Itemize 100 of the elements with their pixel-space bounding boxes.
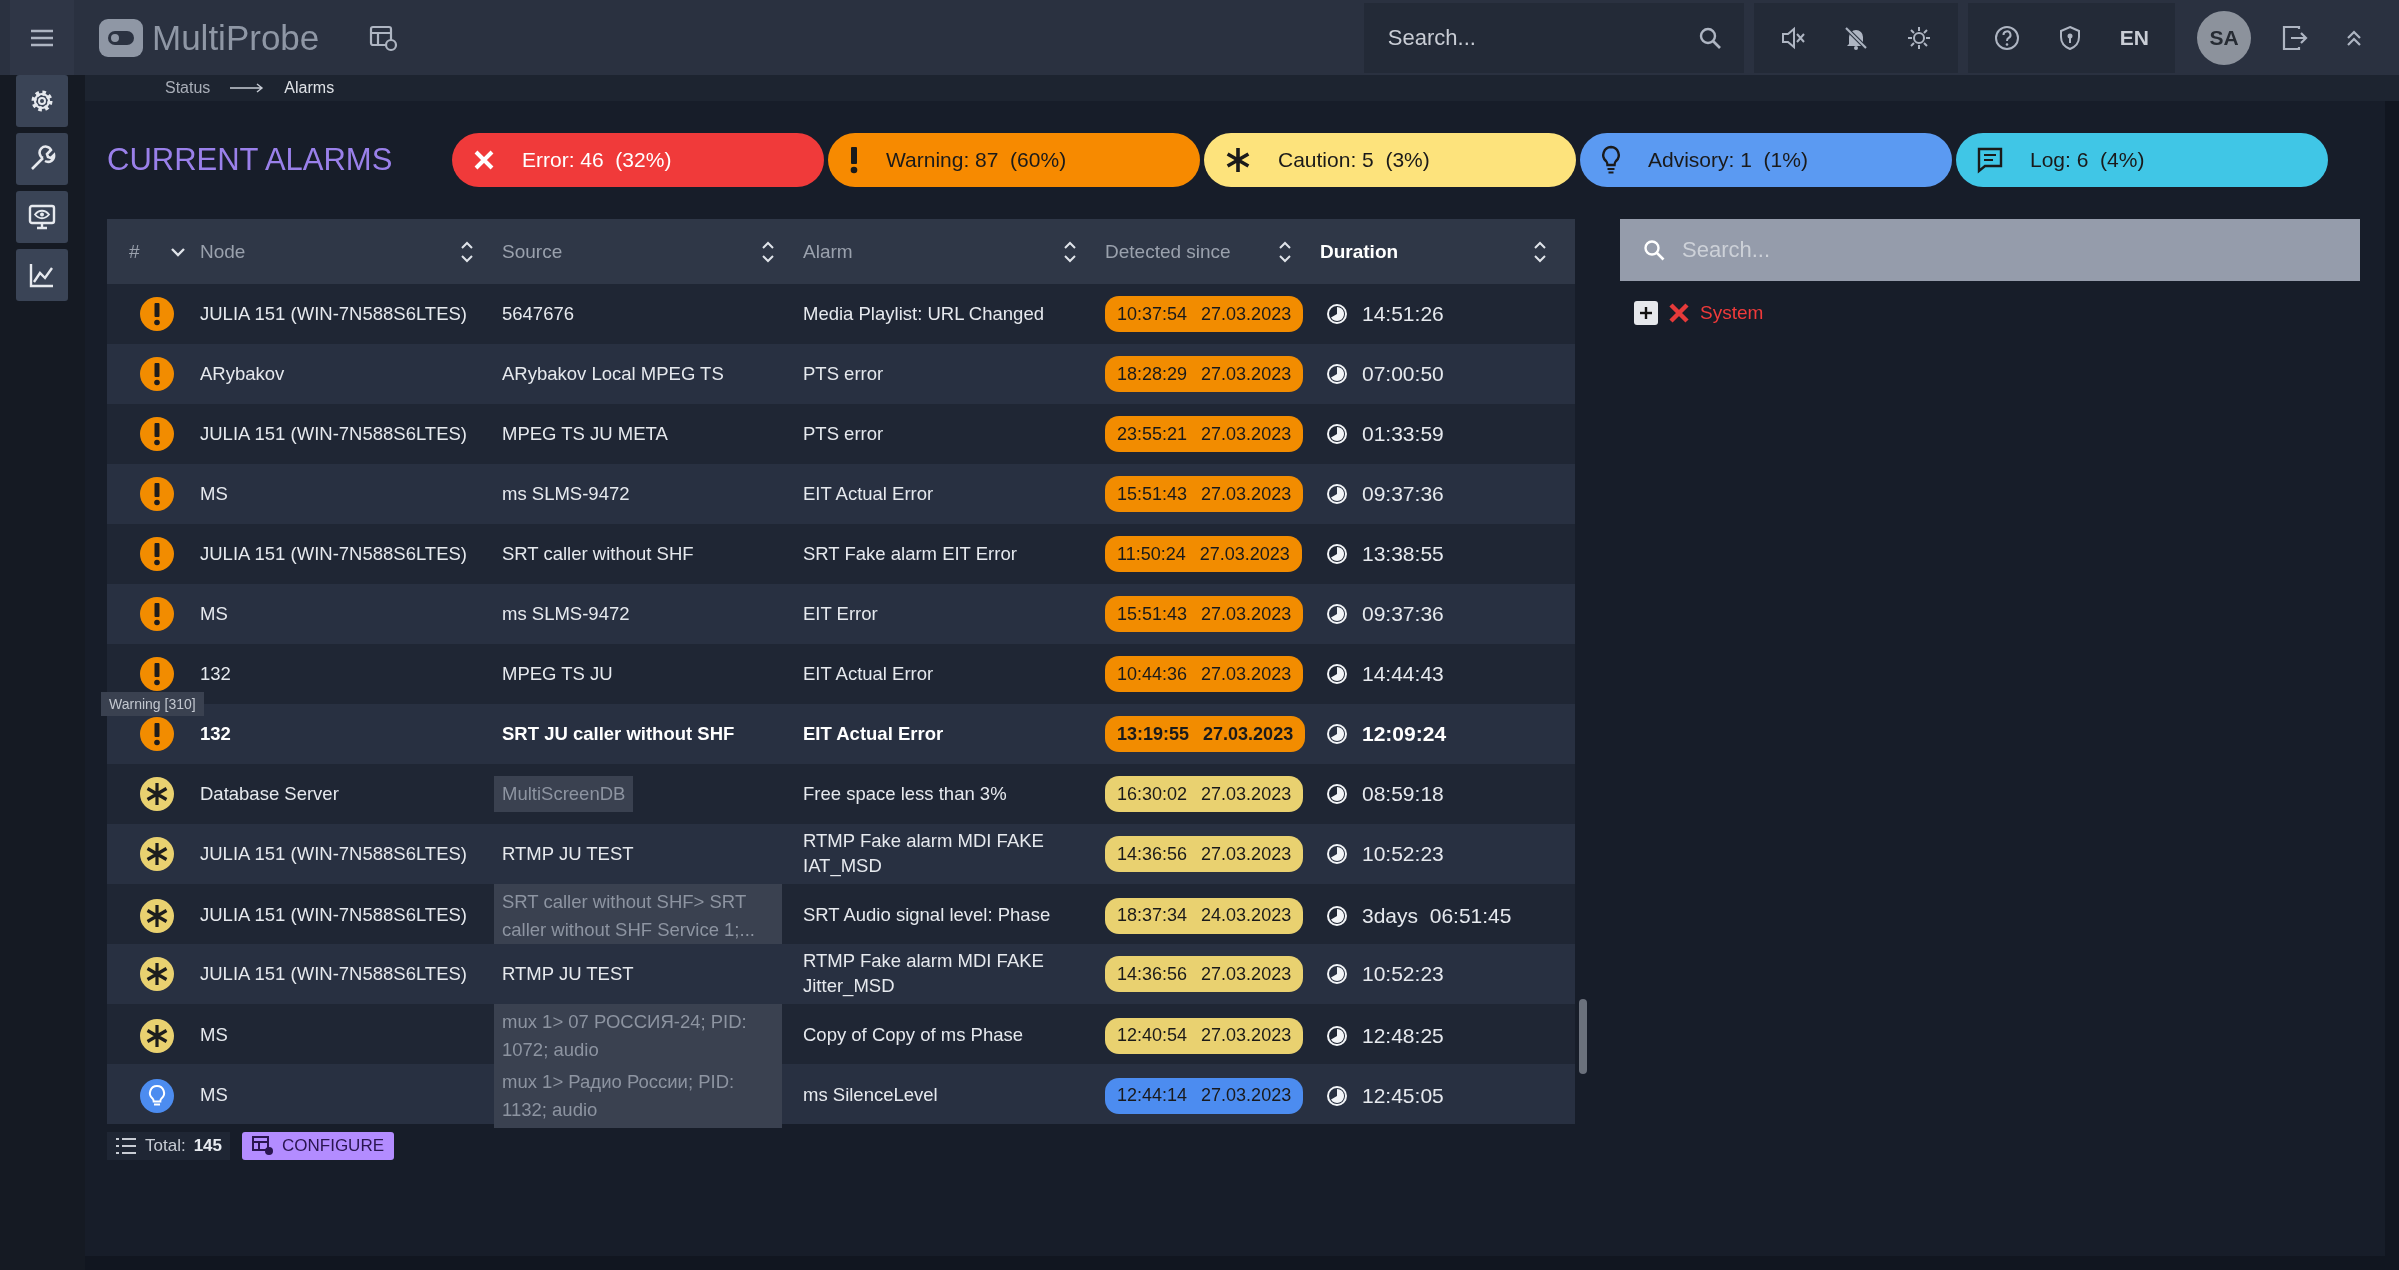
detected-since-badge: 15:51:43 27.03.2023 xyxy=(1105,476,1304,512)
node-cell-text: JULIA 151 (WIN-7N588S6LTES) xyxy=(200,301,468,326)
source-cell-text: ARybakov Local MPEG TS xyxy=(502,361,725,386)
chevron-down-icon xyxy=(170,245,186,258)
scrollbar-thumb[interactable] xyxy=(1579,999,1587,1074)
tools-button[interactable] xyxy=(16,133,68,185)
close-icon xyxy=(472,148,496,172)
arrow-icon xyxy=(230,83,265,93)
breadcrumb-item: Alarms xyxy=(284,79,335,97)
warning-icon xyxy=(139,596,175,632)
detected-since-badge: 18:28:29 27.03.2023 xyxy=(1105,356,1304,392)
table-settings-icon xyxy=(252,1136,274,1156)
settings-button[interactable] xyxy=(16,75,68,127)
duration-cell: 09:37:36 xyxy=(1362,602,1444,626)
warning-icon xyxy=(139,476,175,512)
duration-cell: 13:38:55 xyxy=(1362,542,1444,566)
logout-icon[interactable] xyxy=(2281,23,2309,52)
caution-icon xyxy=(139,897,175,934)
tooltip: Warning [310] xyxy=(101,692,204,716)
clock-icon xyxy=(1326,363,1348,385)
source-cell: MultiScreenDB xyxy=(494,776,634,812)
search-field[interactable]: Search... xyxy=(1363,2,1744,73)
detected-since-badge: 16:30:02 27.03.2023 xyxy=(1105,776,1304,812)
detected-since-badge: 15:51:43 27.03.2023 xyxy=(1105,596,1304,632)
alarm-cell-text: PTS error xyxy=(803,421,885,446)
alarm-cell-text: Free space less than 3% xyxy=(803,781,1008,806)
node-cell-text: 132 xyxy=(200,721,232,746)
severity-filter[interactable]: Caution: 5 (3%) xyxy=(1204,133,1576,187)
column-header[interactable]: Source xyxy=(502,219,803,284)
duration-cell: 09:37:36 xyxy=(1362,482,1444,506)
user-avatar[interactable]: SA xyxy=(2197,10,2251,65)
clock-icon xyxy=(1326,1084,1348,1107)
detected-since-badge: 14:36:56 27.03.2023 xyxy=(1105,956,1304,992)
alarm-cell-text: Media Playlist: URL Changed xyxy=(803,301,1045,326)
expand-button[interactable] xyxy=(1634,301,1658,325)
node-cell-text: JULIA 151 (WIN-7N588S6LTES) xyxy=(200,961,468,986)
help-icon[interactable] xyxy=(1993,24,2020,51)
source-cell-text: SRT caller without SHF xyxy=(502,541,695,566)
bell-off-icon[interactable] xyxy=(1842,24,1869,51)
alarm-cell-text: RTMP Fake alarm MDI FAKE IAT_MSD xyxy=(803,829,1045,879)
alarm-cell-text: SRT Fake alarm EIT Error xyxy=(803,541,1018,566)
monitor-button[interactable] xyxy=(16,191,68,243)
column-header[interactable]: Node xyxy=(200,219,502,284)
source-cell-text: ms SLMS-9472 xyxy=(502,481,631,506)
severity-filter[interactable]: Warning: 87 (60%) xyxy=(828,133,1200,187)
duration-cell: 14:51:26 xyxy=(1362,302,1444,326)
alarm-cell-text: RTMP Fake alarm MDI FAKE Jitter_MSD xyxy=(803,949,1045,999)
node-cell-text: MS xyxy=(200,481,229,506)
detected-since-badge: 23:55:21 27.03.2023 xyxy=(1105,416,1304,452)
charts-button[interactable] xyxy=(16,249,68,301)
source-cell-text: MPEG TS JU META xyxy=(502,421,669,446)
plus-icon xyxy=(1638,305,1654,321)
app-logo: MultiProbe xyxy=(152,17,320,58)
source-cell-text: ms SLMS-9472 xyxy=(502,601,631,626)
breadcrumb-item[interactable]: Status xyxy=(165,79,211,97)
alarm-cell-text: SRT Audio signal level: Phase xyxy=(803,903,1052,928)
configure-button[interactable]: CONFIGURE xyxy=(242,1132,394,1160)
source-cell-text: SRT JU caller without SHF xyxy=(502,721,736,746)
duration-cell: 01:33:59 xyxy=(1362,422,1444,446)
severity-filter[interactable]: Error: 46 (32%) xyxy=(452,133,824,187)
column-header[interactable]: Detected since xyxy=(1105,219,1320,284)
alarm-cell-text: EIT Actual Error xyxy=(803,661,935,686)
lightbulb-icon xyxy=(1600,145,1622,175)
duration-cell: 08:59:18 xyxy=(1362,782,1444,806)
warning-icon xyxy=(139,536,175,572)
clock-icon xyxy=(1326,303,1348,325)
brightness-icon[interactable] xyxy=(1905,24,1932,51)
advisory-icon xyxy=(139,1077,175,1114)
menu-button[interactable] xyxy=(10,0,74,75)
search-icon xyxy=(1697,25,1722,50)
warning-icon xyxy=(139,416,175,452)
filter-search-field[interactable]: Search... xyxy=(1620,219,2360,281)
list-icon xyxy=(115,1136,137,1156)
severity-filter[interactable]: Advisory: 1 (1%) xyxy=(1580,133,1952,187)
clock-icon xyxy=(1326,783,1348,805)
sort-icon xyxy=(761,239,775,264)
node-cell-text: JULIA 151 (WIN-7N588S6LTES) xyxy=(200,903,468,928)
error-x-icon xyxy=(1668,302,1690,324)
alarm-cell-text: EIT Actual Error xyxy=(803,721,945,746)
mute-icon[interactable] xyxy=(1779,24,1806,51)
node-cell-text: JULIA 151 (WIN-7N588S6LTES) xyxy=(200,421,468,446)
node-cell-text: 132 xyxy=(200,661,232,686)
severity-filter[interactable]: Log: 6 (4%) xyxy=(1956,133,2328,187)
monitor-eye-icon xyxy=(28,203,56,231)
warning-icon xyxy=(139,356,175,392)
table-settings-icon[interactable] xyxy=(369,23,400,52)
node-cell-text: JULIA 151 (WIN-7N588S6LTES) xyxy=(200,541,468,566)
column-header[interactable]: Alarm xyxy=(803,219,1105,284)
column-header[interactable]: # xyxy=(107,219,200,284)
clock-icon xyxy=(1326,963,1348,985)
exclamation-icon xyxy=(848,146,860,174)
source-cell: mux 1> Радио России; PID: 1132; audio xyxy=(494,1064,782,1128)
source-cell-text: 5647676 xyxy=(502,301,576,326)
language-button[interactable]: EN xyxy=(2119,25,2149,50)
detected-since-badge: 12:40:54 27.03.2023 xyxy=(1105,1017,1304,1054)
alarm-cell-text: ms SilenceLevel xyxy=(803,1083,939,1108)
tree-item[interactable]: System xyxy=(1700,302,1764,324)
column-header[interactable]: Duration xyxy=(1320,219,1575,284)
clock-icon xyxy=(1326,843,1348,865)
warning-icon xyxy=(139,296,175,332)
